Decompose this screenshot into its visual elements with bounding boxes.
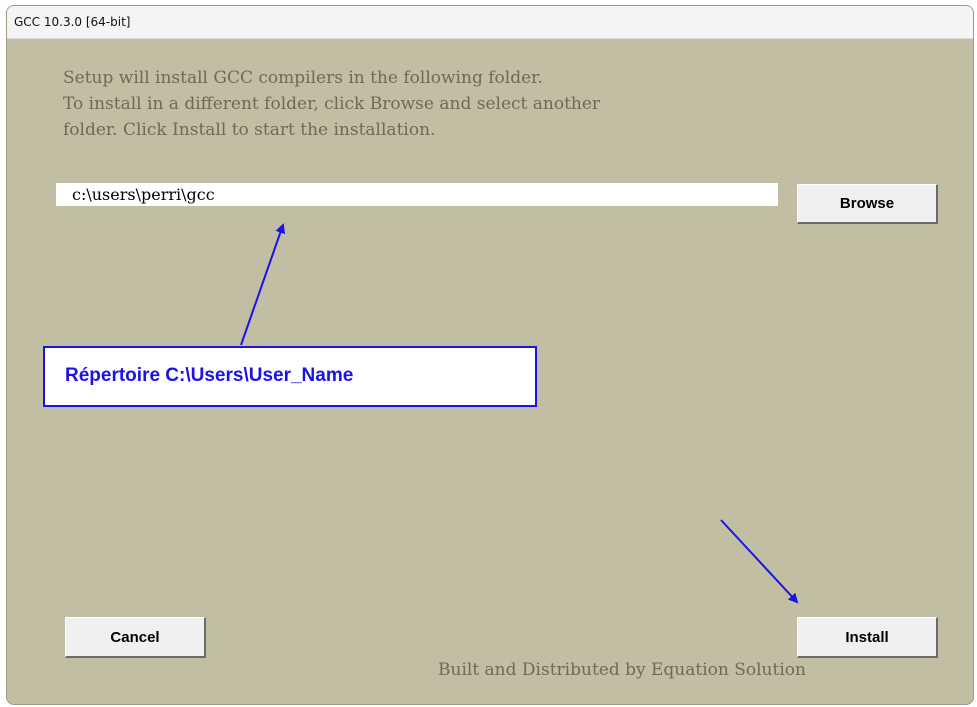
browse-button[interactable]: Browse — [797, 184, 938, 224]
footer-credit: Built and Distributed by Equation Soluti… — [438, 660, 806, 680]
install-button[interactable]: Install — [797, 617, 938, 658]
annotation-callout: Répertoire C:\Users\User_Name — [43, 346, 537, 407]
window-title: GCC 10.3.0 [64-bit] — [14, 15, 131, 29]
instruction-line-2: To install in a different folder, click … — [63, 94, 601, 114]
annotation-label: Répertoire C:\Users\User_Name — [65, 365, 354, 386]
instruction-line-3: folder. Click Install to start the insta… — [63, 120, 436, 140]
instruction-line-1: Setup will install GCC compilers in the … — [63, 68, 543, 88]
title-bar: GCC 10.3.0 [64-bit] — [7, 6, 973, 39]
installer-window: GCC 10.3.0 [64-bit] Setup will install G… — [6, 5, 974, 705]
cancel-button[interactable]: Cancel — [65, 617, 206, 658]
install-path-input[interactable] — [56, 183, 778, 206]
